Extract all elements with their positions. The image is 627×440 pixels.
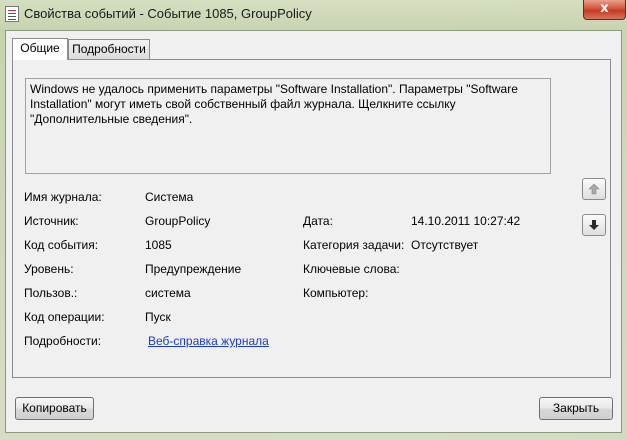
level-value: Предупреждение xyxy=(145,262,242,276)
keywords-label: Ключевые слова: xyxy=(303,262,400,276)
tab-general[interactable]: Общие xyxy=(12,38,68,60)
window-close-button[interactable]: x xyxy=(583,0,626,20)
log-name-label: Имя журнала: xyxy=(24,190,102,204)
tab-details[interactable]: Подробности xyxy=(68,39,150,59)
event-description-box[interactable]: Windows не удалось применить параметры "… xyxy=(25,78,551,174)
previous-event-button[interactable] xyxy=(582,178,606,200)
source-label: Источник: xyxy=(24,214,79,228)
date-value: 14.10.2011 10:27:42 xyxy=(411,214,521,228)
computer-label: Компьютер: xyxy=(303,286,369,300)
title-bar[interactable]: Свойства событий - Событие 1085, GroupPo… xyxy=(0,0,627,30)
event-log-online-help-link[interactable]: Веб-справка журнала xyxy=(148,334,269,348)
window-title: Свойства событий - Событие 1085, GroupPo… xyxy=(24,6,312,21)
user-value: система xyxy=(145,286,191,300)
task-category-label: Категория задачи: xyxy=(303,238,405,252)
arrow-down-icon xyxy=(589,220,599,230)
opcode-value: Пуск xyxy=(145,310,171,324)
user-label: Пользов.: xyxy=(24,286,78,300)
close-button[interactable]: Закрыть xyxy=(539,397,613,420)
task-category-value: Отсутствует xyxy=(411,238,479,252)
log-name-value: Система xyxy=(145,190,194,204)
general-tab-panel: Windows не удалось применить параметры "… xyxy=(12,59,611,378)
event-properties-window: Свойства событий - Событие 1085, GroupPo… xyxy=(0,0,627,440)
event-id-value: 1085 xyxy=(145,238,172,252)
dialog-client-area: Общие Подробности Windows не удалось при… xyxy=(5,30,622,433)
event-id-label: Код события: xyxy=(24,238,99,252)
level-label: Уровень: xyxy=(24,262,74,276)
event-viewer-app-icon xyxy=(5,6,19,22)
arrow-up-icon xyxy=(588,183,600,195)
opcode-label: Код операции: xyxy=(24,310,105,324)
next-event-button[interactable] xyxy=(582,214,606,236)
copy-button[interactable]: Копировать xyxy=(15,397,94,420)
source-value: GroupPolicy xyxy=(145,214,211,228)
more-info-label: Подробности: xyxy=(24,334,102,348)
date-label: Дата: xyxy=(303,214,333,228)
